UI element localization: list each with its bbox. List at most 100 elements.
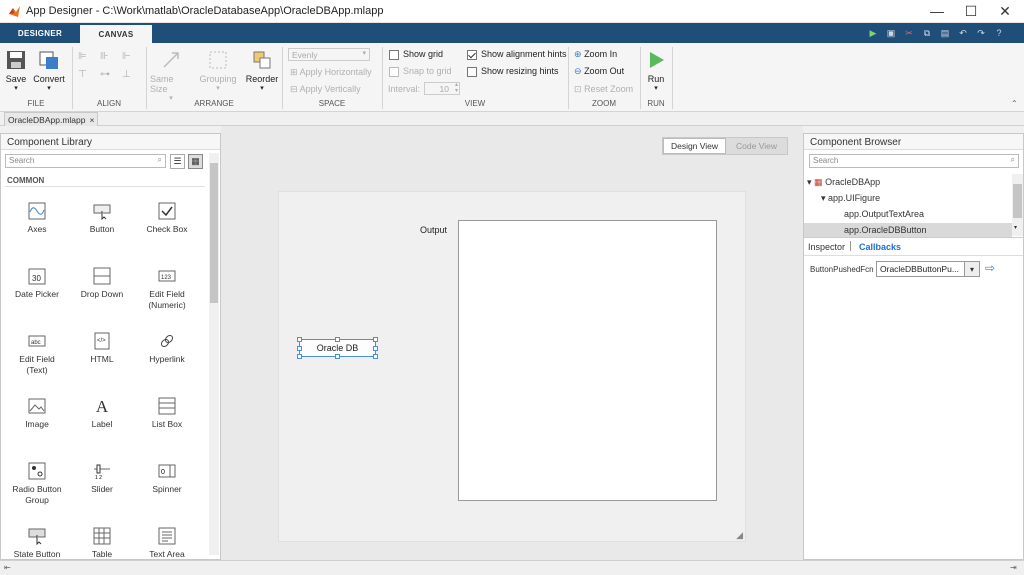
browser-search-input[interactable]: Search ⌕ bbox=[809, 154, 1019, 168]
tree-item-oracledbbutton[interactable]: app.OracleDBButton bbox=[804, 223, 1012, 237]
scroll-left-icon[interactable]: ⇤ bbox=[4, 563, 11, 572]
close-button[interactable]: ✕ bbox=[988, 0, 1022, 22]
selection-handle[interactable] bbox=[297, 337, 302, 342]
save-quick-icon[interactable]: ▣ bbox=[884, 26, 898, 40]
close-tab-icon[interactable]: × bbox=[89, 115, 94, 125]
selection-handle[interactable] bbox=[335, 337, 340, 342]
component-state-button[interactable]: State Button bbox=[4, 527, 70, 560]
selection-handle[interactable] bbox=[373, 354, 378, 359]
design-view-tab[interactable]: Design View bbox=[663, 138, 726, 154]
callbacks-tab[interactable]: Callbacks bbox=[859, 242, 901, 252]
component-button[interactable]: Button bbox=[69, 202, 135, 235]
table-icon bbox=[93, 527, 111, 545]
tab-canvas[interactable]: CANVAS bbox=[80, 23, 152, 43]
tree-item-outputtextarea[interactable]: app.OutputTextArea bbox=[844, 209, 924, 219]
apply-vertically-button[interactable]: ⊟ Apply Vertically bbox=[290, 84, 361, 95]
snap-grid-checkbox[interactable]: Snap to grid bbox=[389, 66, 452, 77]
svg-text:</>: </> bbox=[97, 338, 106, 344]
component-browser-panel: Component Browser Search ⌕ ▾ ▦ OracleDBA… bbox=[803, 133, 1024, 560]
tree-item-uifigure[interactable]: ▾ app.UIFigure bbox=[821, 193, 880, 204]
grouping-icon bbox=[209, 51, 227, 69]
selection-handle[interactable] bbox=[297, 346, 302, 351]
show-resizing-hints-checkbox[interactable]: Show resizing hints bbox=[467, 66, 559, 77]
minimize-button[interactable]: — bbox=[920, 0, 954, 22]
zoom-section-label: ZOOM bbox=[592, 99, 616, 108]
component-table[interactable]: Table bbox=[69, 527, 135, 560]
cut-quick-icon[interactable]: ✂ bbox=[902, 26, 916, 40]
list-view-icon[interactable]: ☰ bbox=[170, 154, 185, 169]
same-size-button[interactable]: Same Size ▾ bbox=[150, 49, 192, 102]
selection-handle[interactable] bbox=[297, 354, 302, 359]
tree-scrollbar[interactable]: ▾ bbox=[1012, 174, 1023, 236]
library-search-input[interactable]: Search ⌕ bbox=[5, 154, 166, 168]
help-quick-icon[interactable]: ? bbox=[992, 26, 1006, 40]
zoom-in-button[interactable]: ⊕ Zoom In bbox=[574, 49, 617, 60]
horizontal-scrollbar[interactable]: ⇤ ⇥ bbox=[0, 560, 1024, 575]
maximize-button[interactable]: ☐ bbox=[954, 0, 988, 22]
checkbox-box bbox=[389, 66, 399, 77]
align-right-icon[interactable]: ⊩ bbox=[122, 51, 131, 62]
align-bottom-icon[interactable]: ⊥ bbox=[122, 69, 131, 80]
space-evenly-dropdown[interactable]: Evenly ▾ bbox=[288, 48, 370, 61]
undo-quick-icon[interactable]: ↶ bbox=[956, 26, 970, 40]
apply-horizontally-button[interactable]: ⊞ Apply Horizontally bbox=[290, 67, 372, 78]
reorder-button[interactable]: Reorder ▾ bbox=[244, 49, 280, 92]
resize-grip-icon[interactable]: ◢ bbox=[736, 530, 743, 541]
component-spinner[interactable]: 0 Spinner bbox=[134, 462, 200, 495]
grouping-button[interactable]: Grouping ▾ bbox=[198, 49, 238, 92]
align-center-icon[interactable]: ⊪ bbox=[100, 51, 109, 62]
dropdown-arrow-icon: ▾ bbox=[260, 85, 264, 92]
interval-spinner[interactable]: 10 ▴ ▾ bbox=[424, 82, 460, 95]
component-list-box[interactable]: List Box bbox=[134, 397, 200, 430]
callback-name-label: ButtonPushedFcn bbox=[810, 265, 874, 274]
redo-quick-icon[interactable]: ↷ bbox=[974, 26, 988, 40]
selection-handle[interactable] bbox=[373, 337, 378, 342]
component-radio-button-group[interactable]: Radio Button Group bbox=[4, 462, 70, 506]
component-image[interactable]: Image bbox=[4, 397, 70, 430]
component-edit-field-numeric[interactable]: 123 Edit Field (Numeric) bbox=[134, 267, 200, 311]
paste-quick-icon[interactable]: ▤ bbox=[938, 26, 952, 40]
dropdown-arrow-icon[interactable]: ▾ bbox=[964, 261, 980, 277]
code-view-tab[interactable]: Code View bbox=[726, 138, 787, 154]
component-drop-down[interactable]: Drop Down bbox=[69, 267, 135, 300]
show-grid-checkbox[interactable]: Show grid bbox=[389, 49, 443, 60]
inspector-tab[interactable]: Inspector bbox=[808, 242, 845, 252]
component-check-box[interactable]: Check Box bbox=[134, 202, 200, 235]
dropdown-arrow-icon: ▾ bbox=[47, 85, 51, 92]
component-edit-field-text[interactable]: abc Edit Field (Text) bbox=[4, 332, 70, 376]
show-alignment-hints-checkbox[interactable]: Show alignment hints bbox=[467, 49, 567, 60]
scroll-right-icon[interactable]: ⇥ bbox=[1010, 563, 1017, 572]
doc-tab-oracledbapp[interactable]: OracleDBApp.mlapp × bbox=[4, 112, 99, 126]
component-html[interactable]: </> HTML bbox=[69, 332, 135, 365]
run-section-label: RUN bbox=[647, 99, 665, 108]
collapse-ribbon-icon[interactable]: ⌃ bbox=[1011, 99, 1018, 108]
convert-button[interactable]: Convert ▾ bbox=[32, 49, 66, 92]
save-button[interactable]: Save ▾ bbox=[4, 49, 28, 92]
align-left-icon[interactable]: ⊫ bbox=[78, 51, 87, 62]
component-date-picker[interactable]: 30 Date Picker bbox=[4, 267, 70, 300]
tree-item-oracledbapp[interactable]: ▾ ▦ OracleDBApp bbox=[807, 177, 880, 188]
align-top-icon[interactable]: ⊤ bbox=[78, 69, 87, 80]
grid-view-icon[interactable]: ▦ bbox=[188, 154, 203, 169]
component-label[interactable]: A Label bbox=[69, 397, 135, 430]
run-button[interactable]: Run ▾ bbox=[644, 49, 668, 92]
component-axes[interactable]: Axes bbox=[4, 202, 70, 235]
zoom-out-button[interactable]: ⊖ Zoom Out bbox=[574, 66, 624, 77]
component-text-area[interactable]: Text Area bbox=[134, 527, 200, 560]
output-text-area[interactable] bbox=[458, 220, 717, 501]
scroll-down-icon[interactable]: ▾ bbox=[1014, 224, 1017, 231]
arrange-section-label: ARRANGE bbox=[194, 99, 234, 108]
run-quick-icon[interactable]: ▶ bbox=[866, 26, 880, 40]
reset-zoom-button[interactable]: ⊡ Reset Zoom bbox=[574, 84, 633, 95]
selection-handle[interactable] bbox=[335, 354, 340, 359]
go-to-callback-icon[interactable]: ⇨ bbox=[985, 261, 995, 275]
component-hyperlink[interactable]: Hyperlink bbox=[134, 332, 200, 365]
tab-designer[interactable]: DESIGNER bbox=[10, 23, 70, 43]
copy-quick-icon[interactable]: ⧉ bbox=[920, 26, 934, 40]
library-scrollbar[interactable] bbox=[209, 153, 219, 555]
align-middle-icon[interactable]: ⊶ bbox=[100, 69, 110, 80]
scrollbar-thumb[interactable] bbox=[1013, 184, 1022, 218]
component-slider[interactable]: 1 2 Slider bbox=[69, 462, 135, 495]
selection-handle[interactable] bbox=[373, 346, 378, 351]
scrollbar-thumb[interactable] bbox=[210, 163, 218, 303]
